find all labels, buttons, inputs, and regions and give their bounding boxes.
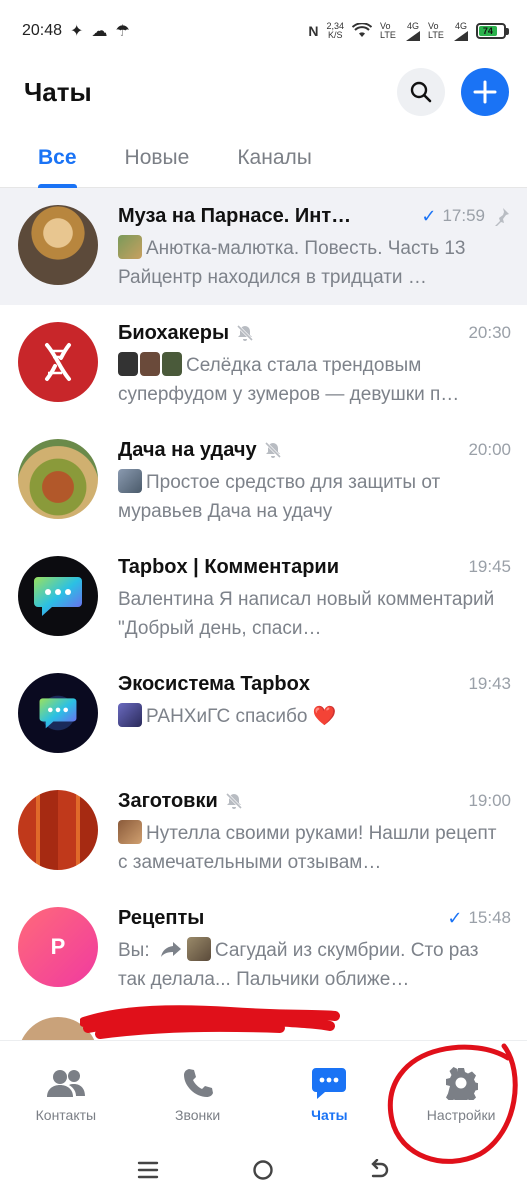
chat-row[interactable]: Заготовки 19:00 Нутелла своими руками! Н… bbox=[0, 773, 527, 890]
chat-time: 19:43 bbox=[468, 674, 511, 693]
nav-label: Чаты bbox=[311, 1107, 348, 1123]
bottom-navigation: Контакты Звонки Чаты Настройки bbox=[0, 1040, 527, 1140]
chat-bubble-icon bbox=[312, 1068, 347, 1099]
chat-name: Tapbox | Комментарии bbox=[118, 555, 340, 578]
avatar bbox=[18, 556, 98, 636]
chat-name: Биохакеры bbox=[118, 321, 230, 344]
pin-icon bbox=[495, 208, 509, 226]
preview-thumbnail bbox=[186, 937, 211, 961]
video-thumbnail bbox=[118, 352, 138, 376]
sim2-label: Vo LTE bbox=[428, 21, 444, 40]
preview-thumbnail bbox=[118, 235, 142, 259]
chat-time: 15:48 bbox=[468, 908, 511, 927]
chat-preview: Валентина Я написал новый комментарий "Д… bbox=[118, 589, 495, 639]
nav-label: Настройки bbox=[426, 1107, 496, 1123]
chat-name: Экосистема Tapbox bbox=[118, 672, 310, 695]
chat-name: Дача на удачу bbox=[118, 438, 257, 461]
search-button[interactable] bbox=[397, 68, 445, 116]
chat-preview: РАНХиГС спасибо ❤️ bbox=[146, 706, 337, 727]
contacts-icon bbox=[46, 1070, 85, 1097]
read-check-icon: ✓ bbox=[447, 907, 463, 928]
avatar-letter: Р bbox=[50, 934, 66, 959]
gear-icon bbox=[446, 1067, 479, 1100]
chat-name: Заготовки bbox=[118, 789, 218, 812]
phone-icon bbox=[183, 1069, 213, 1097]
chat-time: 20:30 bbox=[468, 323, 511, 342]
nfc-icon: N bbox=[308, 23, 319, 39]
dna-icon bbox=[45, 343, 71, 381]
nav-label: Контакты bbox=[35, 1107, 97, 1123]
nav-contacts[interactable]: Контакты bbox=[6, 1065, 126, 1140]
nav-chats[interactable]: Чаты bbox=[269, 1065, 389, 1140]
search-icon bbox=[410, 81, 432, 103]
system-navigation bbox=[0, 1140, 527, 1200]
umbrella-icon: ☂ bbox=[115, 23, 130, 40]
sim1-label: Vo LTE bbox=[380, 21, 396, 40]
forward-arrow-icon bbox=[160, 942, 181, 957]
tab-channels[interactable]: Каналы bbox=[237, 132, 312, 187]
avatar bbox=[18, 673, 98, 753]
nav-calls[interactable]: Звонки bbox=[138, 1065, 258, 1140]
avatar bbox=[18, 790, 98, 870]
status-time: 20:48 bbox=[22, 22, 63, 39]
battery-icon: 74 bbox=[476, 23, 509, 39]
video-thumbnail bbox=[118, 703, 142, 727]
new-chat-button[interactable] bbox=[461, 68, 509, 116]
chat-row[interactable]: Дача на удачу 20:00 Простое средство для… bbox=[0, 422, 527, 539]
chat-tabs: Все Новые Каналы bbox=[0, 132, 527, 188]
battery-level: 74 bbox=[479, 26, 497, 36]
plus-icon bbox=[473, 80, 497, 104]
avatar: Р bbox=[18, 907, 98, 987]
chat-name: Рецепты bbox=[118, 906, 205, 929]
muted-bell-icon bbox=[264, 441, 281, 459]
preview-thumbnail bbox=[118, 820, 142, 844]
video-thumbnail bbox=[140, 352, 160, 376]
video-thumbnail bbox=[162, 352, 182, 376]
chat-name: Муза на Парнасе. Инт… bbox=[118, 204, 352, 227]
chat-time: 20:00 bbox=[468, 440, 511, 459]
home-icon[interactable] bbox=[252, 1159, 274, 1181]
chat-row[interactable]: Биохакеры 20:30 Селёдка стала трендовым … bbox=[0, 305, 527, 422]
recent-apps-icon[interactable] bbox=[137, 1160, 159, 1180]
tab-all[interactable]: Все bbox=[38, 132, 77, 188]
chat-bubble-icon bbox=[39, 698, 77, 729]
net-speed: 2,34 K/S bbox=[326, 21, 344, 40]
chat-time: 17:59 bbox=[442, 206, 485, 225]
chat-preview: Нутелла своими руками! Нашли рецепт с за… bbox=[118, 823, 497, 873]
tab-new[interactable]: Новые bbox=[125, 132, 190, 187]
sim1-network: 4G bbox=[406, 21, 420, 41]
video-thumbnail bbox=[118, 469, 142, 493]
sparkle-icon: ✦ bbox=[70, 23, 84, 40]
wifi-icon bbox=[352, 23, 372, 37]
partial-chat-row bbox=[0, 1000, 527, 1040]
avatar bbox=[18, 205, 98, 285]
app-header: Чаты bbox=[0, 62, 527, 122]
read-check-icon: ✓ bbox=[421, 205, 437, 226]
chat-row[interactable]: Tapbox | Комментарии 19:45 Валентина Я н… bbox=[0, 539, 527, 656]
sender-prefix: Вы: bbox=[118, 940, 150, 961]
nav-label: Звонки bbox=[175, 1107, 221, 1123]
page-title: Чаты bbox=[24, 76, 92, 107]
chat-preview: Анютка-малютка. Повесть. Часть 13 Райцен… bbox=[118, 238, 466, 288]
sim2-network: 4G bbox=[454, 21, 468, 41]
chat-row[interactable]: Экосистема Tapbox 19:43 РАНХиГС спасибо … bbox=[0, 656, 527, 773]
muted-bell-icon bbox=[225, 792, 242, 810]
chat-preview: Простое средство для защиты от муравьев … bbox=[118, 472, 441, 522]
nav-settings[interactable]: Настройки bbox=[401, 1065, 521, 1140]
chat-row[interactable]: Р Рецепты ✓ 15:48 Вы: Сагудай из скумбри… bbox=[0, 890, 527, 1007]
chat-list: Муза на Парнасе. Инт… ✓ 17:59 Анютка-мал… bbox=[0, 188, 527, 1007]
back-icon[interactable] bbox=[368, 1159, 390, 1181]
status-bar: 20:48 ✦ ☁ ☂ N 2,34 K/S Vo LTE 4G Vo LTE … bbox=[0, 0, 527, 62]
chat-time: 19:45 bbox=[468, 557, 511, 576]
muted-bell-icon bbox=[237, 324, 254, 342]
chat-time: 19:00 bbox=[468, 791, 511, 810]
avatar bbox=[18, 439, 98, 519]
avatar bbox=[18, 322, 98, 402]
chat-bubble-icon bbox=[34, 577, 82, 616]
chat-row[interactable]: Муза на Парнасе. Инт… ✓ 17:59 Анютка-мал… bbox=[0, 188, 527, 305]
cloud-icon: ☁ bbox=[91, 23, 108, 40]
